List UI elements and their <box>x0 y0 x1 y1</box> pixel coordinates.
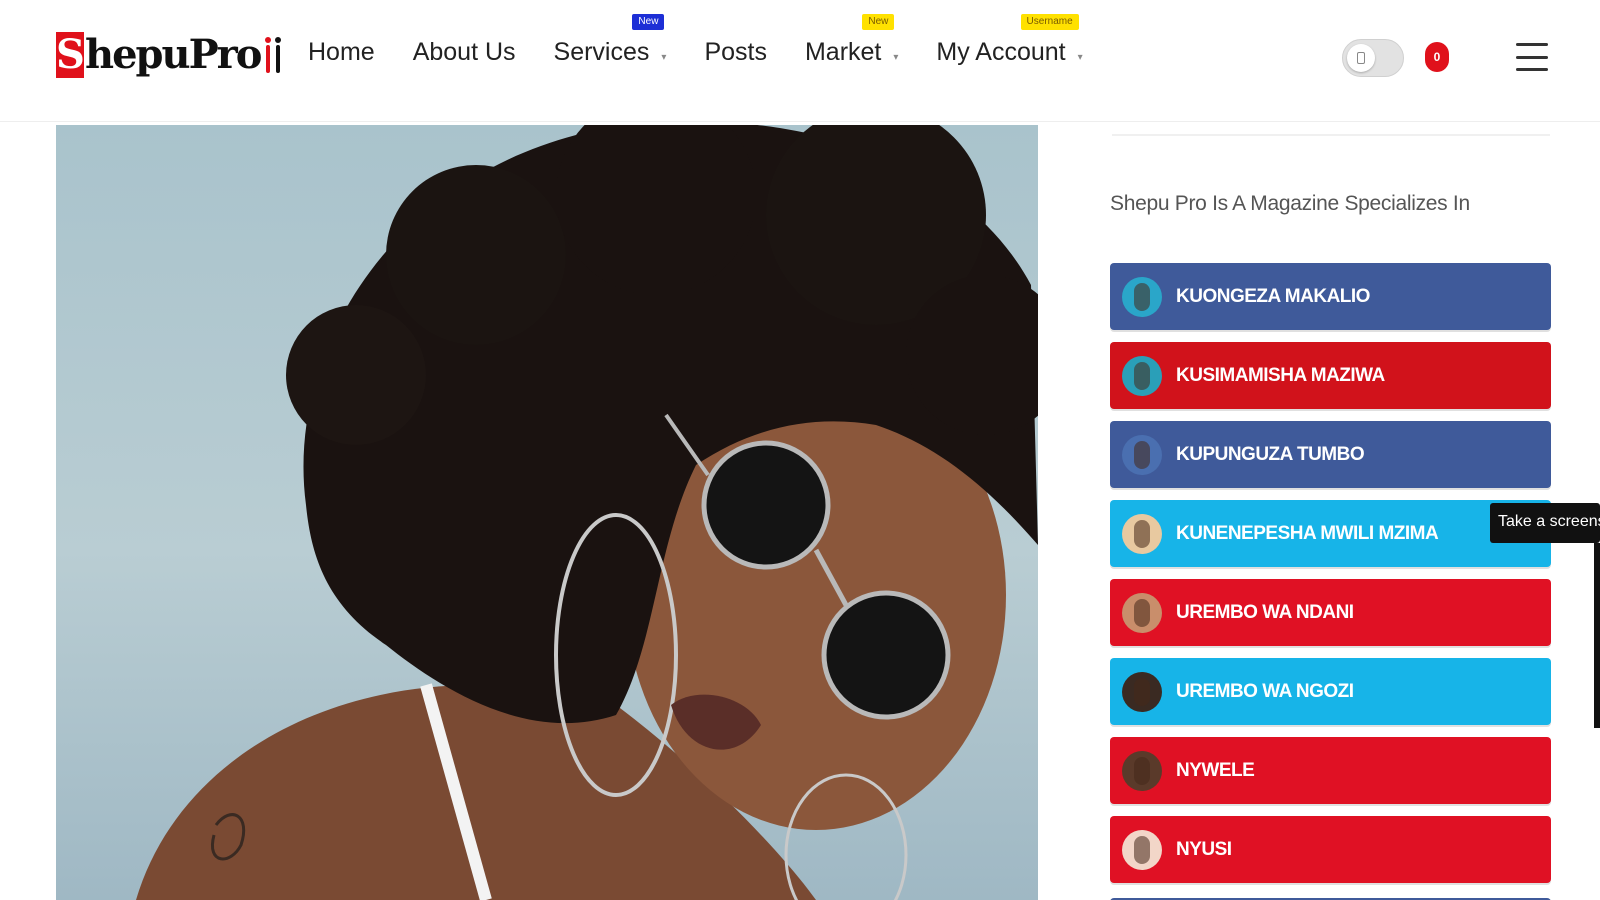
nav-item-about-us[interactable]: About Us <box>413 38 516 67</box>
face-thumbnail-icon <box>1122 829 1162 870</box>
category-label: UREMBO WA NDANI <box>1176 601 1354 623</box>
chevron-down-icon: ▾ <box>661 52 667 63</box>
category-list: KUONGEZA MAKALIO KUSIMAMISHA MAZIWA KUPUNG… <box>1110 263 1551 895</box>
nav-item-label: Services <box>553 38 650 66</box>
hamburger-menu-icon[interactable] <box>1516 43 1548 71</box>
category-label: KUSIMAMISHA MAZIWA <box>1176 364 1385 386</box>
nav-item-my-account[interactable]: My Account ▾ Username <box>936 14 1083 67</box>
body-thumbnail-icon <box>1122 276 1162 317</box>
category-item-kunenepesha-mwili-mzima[interactable]: KUNENEPESHA MWILI MZIMA <box>1110 500 1551 567</box>
category-label: NYUSI <box>1176 838 1232 860</box>
nav-item-label: Market <box>804 38 882 66</box>
nav-item-home[interactable]: Home <box>308 38 375 67</box>
nav-item-label: Posts <box>704 38 767 66</box>
site-logo[interactable]: S hepuPro <box>56 30 282 80</box>
category-item-nywele[interactable]: NYWELE <box>1110 737 1551 804</box>
category-item-urembo-wa-ndani[interactable]: UREMBO WA NDANI <box>1110 579 1551 646</box>
nav-badge: New <box>632 14 665 30</box>
screenshot-tooltip: Take a screensh <box>1490 503 1600 543</box>
category-item-urembo-wa-ngozi[interactable]: UREMBO WA NGOZI <box>1110 658 1551 725</box>
logo-figures-icon <box>264 37 282 73</box>
nav-item-posts[interactable]: Posts <box>704 38 767 67</box>
body-thumbnail-icon <box>1122 355 1162 396</box>
screenshot-toolbar-edge[interactable] <box>1594 543 1600 728</box>
notification-badge[interactable]: 0 <box>1425 42 1449 72</box>
nav-item-label: Home <box>308 38 375 66</box>
site-header: S hepuPro Home About Us Services ▾ New Posts M… <box>0 0 1600 122</box>
sidebar-divider <box>1112 134 1550 136</box>
body-thumbnail-icon <box>1122 513 1162 554</box>
logo-letter: S <box>56 31 85 78</box>
chevron-down-icon: ▾ <box>1077 52 1083 63</box>
sidebar-intro-text: Shepu Pro Is A Magazine Specializes In <box>1110 192 1470 215</box>
category-label: KUPUNGUZA TUMBO <box>1176 443 1365 465</box>
category-label: NYWELE <box>1176 759 1255 781</box>
category-item-nyusi[interactable]: NYUSI <box>1110 816 1551 883</box>
nav-item-market[interactable]: Market ▾ New <box>804 14 899 67</box>
nav-item-label: About Us <box>412 38 516 66</box>
main-nav: Home About Us Services ▾ New Posts Market ▾ New M… <box>308 14 1121 67</box>
face-thumbnail-icon <box>1122 671 1162 712</box>
category-item-kuongeza-makalio[interactable]: KUONGEZA MAKALIO <box>1110 263 1551 330</box>
toggle-knob <box>1347 44 1375 72</box>
dark-mode-toggle[interactable] <box>1342 39 1404 77</box>
hair-thumbnail-icon <box>1122 750 1162 791</box>
nav-item-services[interactable]: Services ▾ New <box>553 14 667 67</box>
category-item-kusimamisha-maziwa[interactable]: KUSIMAMISHA MAZIWA <box>1110 342 1551 409</box>
nav-badge: Username <box>1020 14 1079 30</box>
category-label: KUONGEZA MAKALIO <box>1176 285 1370 307</box>
category-label: KUNENEPESHA MWILI MZIMA <box>1176 522 1439 544</box>
phone-icon <box>1357 52 1365 64</box>
logo-text: hepuPro <box>85 31 262 78</box>
nav-badge: New <box>862 14 895 30</box>
featured-photo-illustration <box>136 125 1038 900</box>
category-label: UREMBO WA NGOZI <box>1176 680 1354 702</box>
featured-image[interactable] <box>56 125 1038 900</box>
body-thumbnail-icon <box>1122 434 1162 475</box>
nav-item-label: My Account <box>936 38 1066 66</box>
body-thumbnail-icon <box>1122 592 1162 633</box>
chevron-down-icon: ▾ <box>893 52 899 63</box>
category-item-kupunguza-tumbo[interactable]: KUPUNGUZA TUMBO <box>1110 421 1551 488</box>
